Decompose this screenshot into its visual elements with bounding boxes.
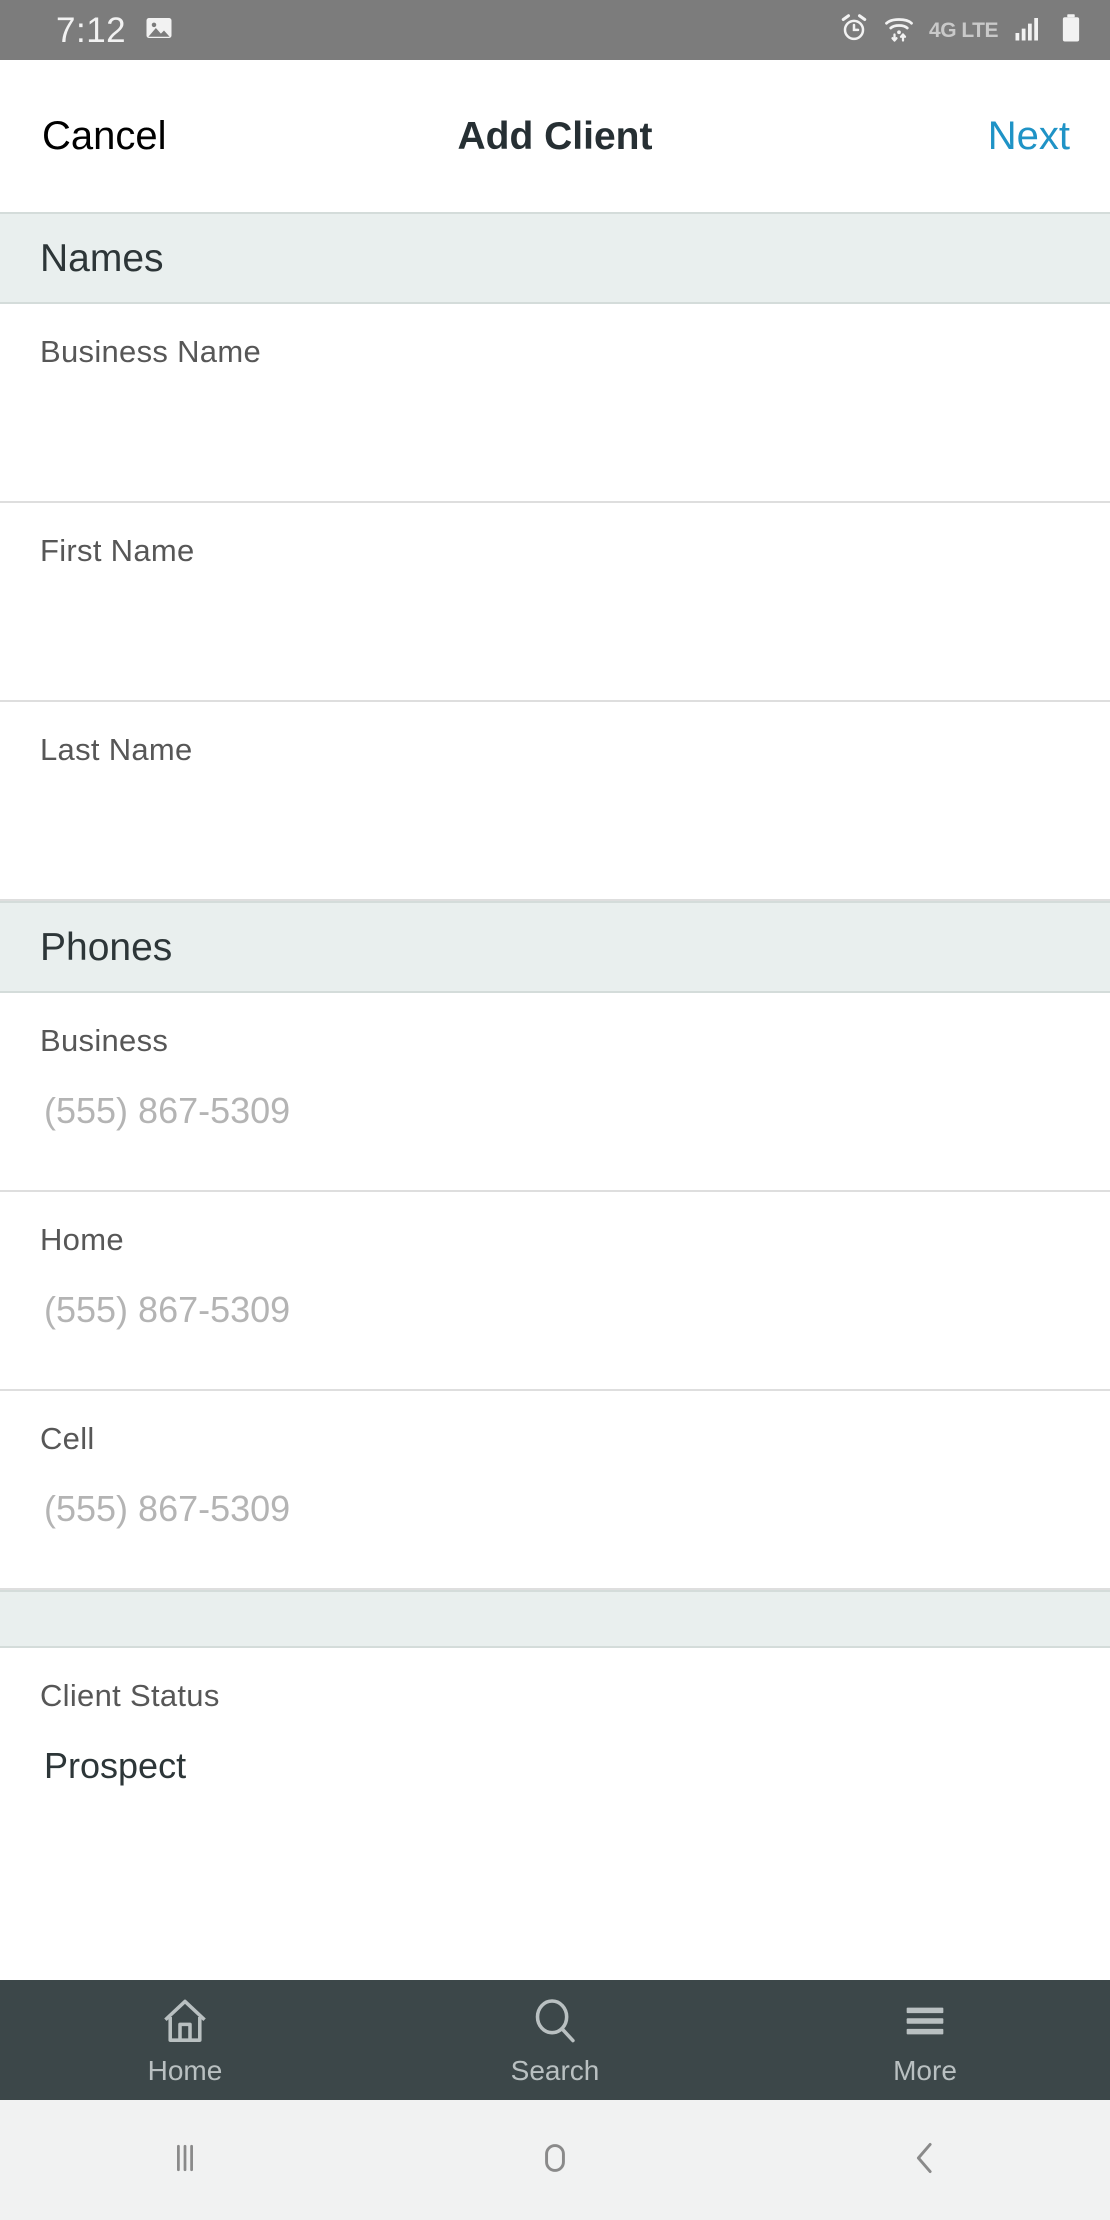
tab-label: Home: [147, 2055, 223, 2086]
field-label: Cell: [40, 1421, 95, 1456]
field-label: Last Name: [40, 732, 193, 767]
cancel-button[interactable]: Cancel: [42, 116, 167, 156]
status-bar-left: 7:12: [56, 13, 174, 48]
recents-icon: [163, 2136, 207, 2185]
client-status-value[interactable]: Prospect: [44, 1744, 1070, 1787]
recents-button[interactable]: [0, 2100, 370, 2220]
more-icon: [900, 1995, 950, 2047]
signal-icon: [1013, 13, 1043, 48]
field-row-first-name[interactable]: First Name: [0, 503, 1110, 702]
status-bar: 7:12 4G LTE: [0, 0, 1110, 60]
home-circle-icon: [533, 2136, 577, 2185]
field-label: Home: [40, 1222, 124, 1257]
back-button[interactable]: [740, 2100, 1110, 2220]
tab-label: More: [893, 2055, 957, 2086]
field-row-home-phone[interactable]: Home: [0, 1192, 1110, 1391]
field-label: Business Name: [40, 334, 261, 369]
bottom-tab-bar: Home Search More: [0, 1980, 1110, 2100]
tab-more[interactable]: More: [740, 1980, 1110, 2100]
status-clock: 7:12: [56, 10, 127, 50]
field-label: Client Status: [40, 1678, 220, 1713]
tab-search[interactable]: Search: [370, 1980, 740, 2100]
field-label: First Name: [40, 533, 195, 568]
section-title: Phones: [40, 925, 173, 969]
image-icon: [144, 13, 174, 48]
next-button[interactable]: Next: [988, 116, 1070, 156]
wifi-icon: [884, 13, 914, 48]
cell-phone-input[interactable]: [44, 1487, 1070, 1531]
field-row-client-status[interactable]: Client Status Prospect: [0, 1648, 1110, 1847]
section-header-status: [0, 1590, 1110, 1648]
field-row-business-name[interactable]: Business Name: [0, 304, 1110, 503]
business-phone-input[interactable]: [44, 1089, 1070, 1133]
home-icon: [160, 1995, 210, 2047]
field-row-cell-phone[interactable]: Cell: [0, 1391, 1110, 1590]
phone-screen: 7:12 4G LTE Cancel Add Client Next Names…: [0, 0, 1110, 2220]
home-phone-input[interactable]: [44, 1288, 1070, 1332]
tab-label: Search: [510, 2055, 600, 2086]
section-title: Names: [40, 236, 164, 280]
section-header-phones: Phones: [0, 901, 1110, 993]
business-name-input[interactable]: [44, 400, 1070, 444]
field-value-wrap: [40, 599, 1070, 643]
status-bar-right: 4G LTE: [839, 13, 1084, 48]
tab-home[interactable]: Home: [0, 1980, 370, 2100]
field-value-wrap: Prospect: [40, 1744, 1070, 1787]
field-value-wrap: [40, 1288, 1070, 1332]
field-label: Business: [40, 1023, 169, 1058]
field-value-wrap: [40, 798, 1070, 842]
android-system-nav: [0, 2100, 1110, 2220]
navigation-bar: Cancel Add Client Next: [0, 60, 1110, 212]
field-value-wrap: [40, 400, 1070, 444]
first-name-input[interactable]: [44, 599, 1070, 643]
back-chevron-icon: [903, 2136, 947, 2185]
section-header-names: Names: [0, 212, 1110, 304]
field-row-last-name[interactable]: Last Name: [0, 702, 1110, 901]
form-scroll-area[interactable]: Names Business Name First Name Last Name…: [0, 212, 1110, 1980]
search-icon: [530, 1995, 580, 2047]
field-value-wrap: [40, 1487, 1070, 1531]
network-type-label: 4G LTE: [929, 18, 998, 42]
battery-icon: [1058, 13, 1084, 48]
alarm-icon: [839, 13, 869, 48]
last-name-input[interactable]: [44, 798, 1070, 842]
home-button[interactable]: [370, 2100, 740, 2220]
field-row-business-phone[interactable]: Business: [0, 993, 1110, 1192]
field-value-wrap: [40, 1089, 1070, 1133]
